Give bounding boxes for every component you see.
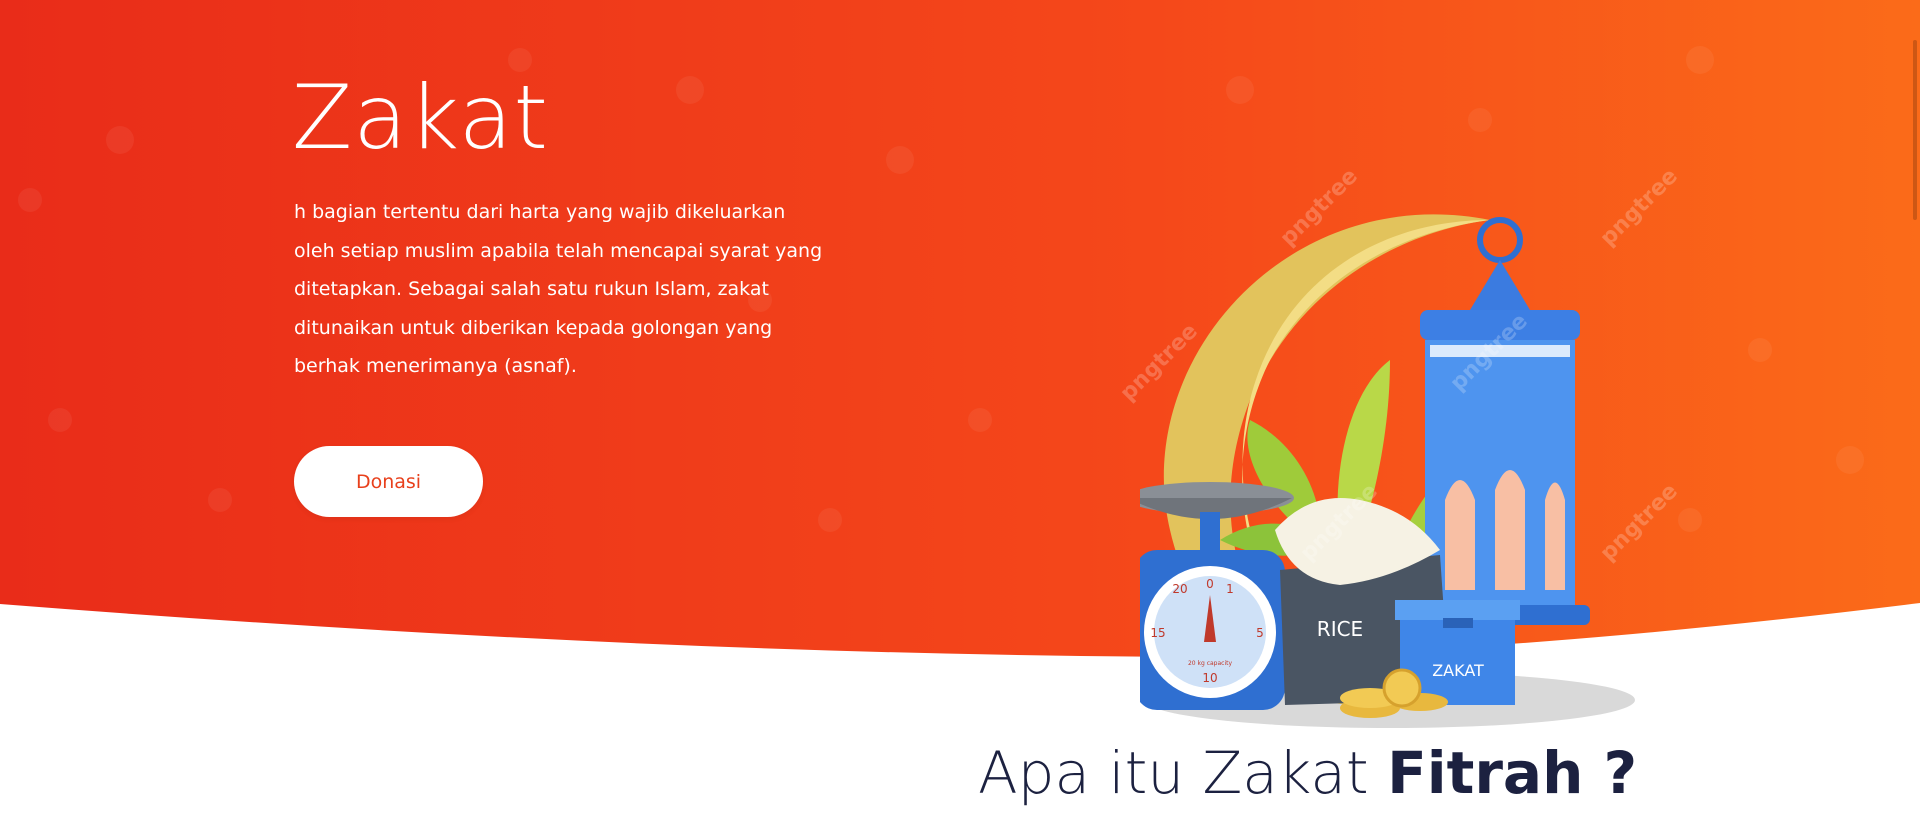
hero-section: Zakat h bagian tertentu dari harta yang … xyxy=(0,0,1920,823)
scale-icon: 0 1 5 10 15 20 20 kg capacity xyxy=(1140,482,1294,710)
hero-title: Zakat xyxy=(292,66,550,169)
svg-text:1: 1 xyxy=(1226,582,1234,596)
section-heading: Apa itu Zakat Fitrah ? xyxy=(978,739,1638,807)
svg-text:10: 10 xyxy=(1202,671,1217,685)
section-heading-light: Apa itu Zakat xyxy=(978,739,1369,807)
hero-description: h bagian tertentu dari harta yang wajib … xyxy=(294,201,823,377)
svg-text:5: 5 xyxy=(1256,626,1264,640)
svg-text:ZAKAT: ZAKAT xyxy=(1432,661,1484,680)
section-heading-bold: Fitrah ? xyxy=(1387,739,1638,807)
scrollbar[interactable] xyxy=(1913,40,1917,220)
svg-text:0: 0 xyxy=(1206,577,1214,591)
svg-text:RICE: RICE xyxy=(1317,617,1363,641)
donate-button[interactable]: Donasi xyxy=(294,446,483,517)
svg-text:20 kg capacity: 20 kg capacity xyxy=(1188,660,1233,667)
svg-text:20: 20 xyxy=(1172,582,1187,596)
zakat-illustration: 0 1 5 10 15 20 20 kg capacity RICE ZAKAT xyxy=(1140,214,1635,728)
svg-text:15: 15 xyxy=(1150,626,1165,640)
